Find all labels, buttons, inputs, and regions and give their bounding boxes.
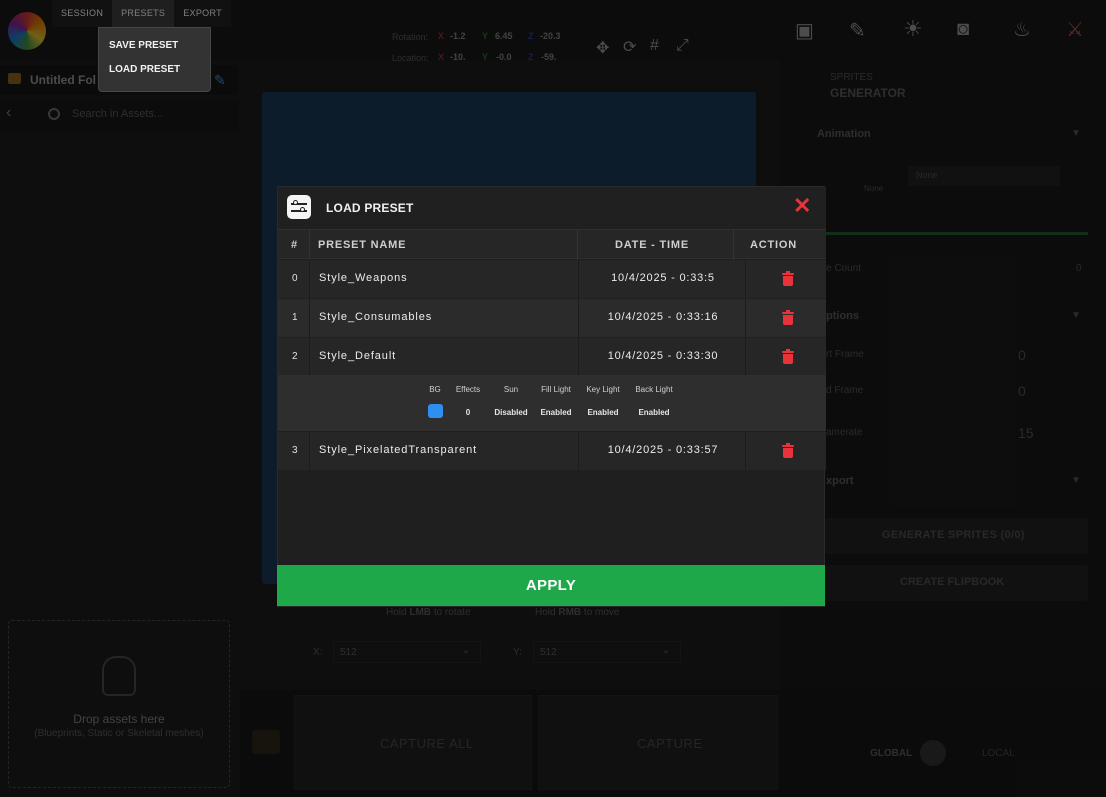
- modal-title: LOAD PRESET: [326, 201, 414, 215]
- apply-button[interactable]: APPLY: [277, 565, 825, 606]
- presets-dropdown: SAVE PRESET LOAD PRESET: [98, 27, 211, 92]
- table-row-selected[interactable]: 2 Style_Default 10/4/2025 - 0:33:30: [278, 338, 826, 376]
- table-header: # PRESET NAME DATE - TIME ACTION: [278, 229, 826, 260]
- col-date-time: DATE - TIME: [615, 239, 689, 251]
- detail-key-light-label: Key Light: [586, 385, 620, 394]
- col-index: #: [291, 239, 298, 251]
- row-index: 1: [292, 312, 298, 323]
- row-datetime: 10/4/2025 - 0:33:16: [607, 311, 719, 323]
- row-datetime: 10/4/2025 - 0:33:57: [607, 444, 719, 456]
- detail-back-light-value: Enabled: [638, 408, 670, 417]
- detail-back-light-label: Back Light: [635, 385, 673, 394]
- table-row[interactable]: 3 Style_PixelatedTransparent 10/4/2025 -…: [278, 432, 826, 470]
- row-index: 2: [292, 351, 298, 362]
- load-preset-modal: LOAD PRESET ✕ # PRESET NAME DATE - TIME …: [277, 186, 826, 607]
- col-preset-name: PRESET NAME: [318, 239, 407, 251]
- row-datetime: 10/4/2025 - 0:33:30: [607, 350, 719, 362]
- close-icon[interactable]: ✕: [793, 195, 811, 217]
- trash-icon[interactable]: [782, 271, 794, 286]
- save-preset-item[interactable]: SAVE PRESET: [99, 33, 210, 57]
- detail-key-light-value: Enabled: [587, 408, 619, 417]
- trash-icon[interactable]: [782, 349, 794, 364]
- load-preset-item[interactable]: LOAD PRESET: [99, 57, 210, 81]
- table-row[interactable]: 1 Style_Consumables 10/4/2025 - 0:33:16: [278, 299, 826, 337]
- row-index: 3: [292, 445, 298, 456]
- modal-header: LOAD PRESET ✕: [278, 187, 826, 229]
- row-preset-name: Style_PixelatedTransparent: [319, 444, 478, 456]
- table-row[interactable]: 0 Style_Weapons 10/4/2025 - 0:33:5: [278, 260, 826, 298]
- col-action: ACTION: [750, 239, 797, 251]
- row-datetime: 10/4/2025 - 0:33:5: [611, 272, 715, 284]
- row-preset-name: Style_Consumables: [319, 311, 433, 323]
- trash-icon[interactable]: [782, 443, 794, 458]
- row-preset-name: Style_Weapons: [319, 272, 408, 284]
- row-index: 0: [292, 273, 298, 284]
- preset-details: BG Effects Sun Fill Light Key Light Back…: [278, 375, 826, 431]
- sliders-icon: [287, 195, 311, 219]
- row-preset-name: Style_Default: [319, 350, 397, 362]
- trash-icon[interactable]: [782, 310, 794, 325]
